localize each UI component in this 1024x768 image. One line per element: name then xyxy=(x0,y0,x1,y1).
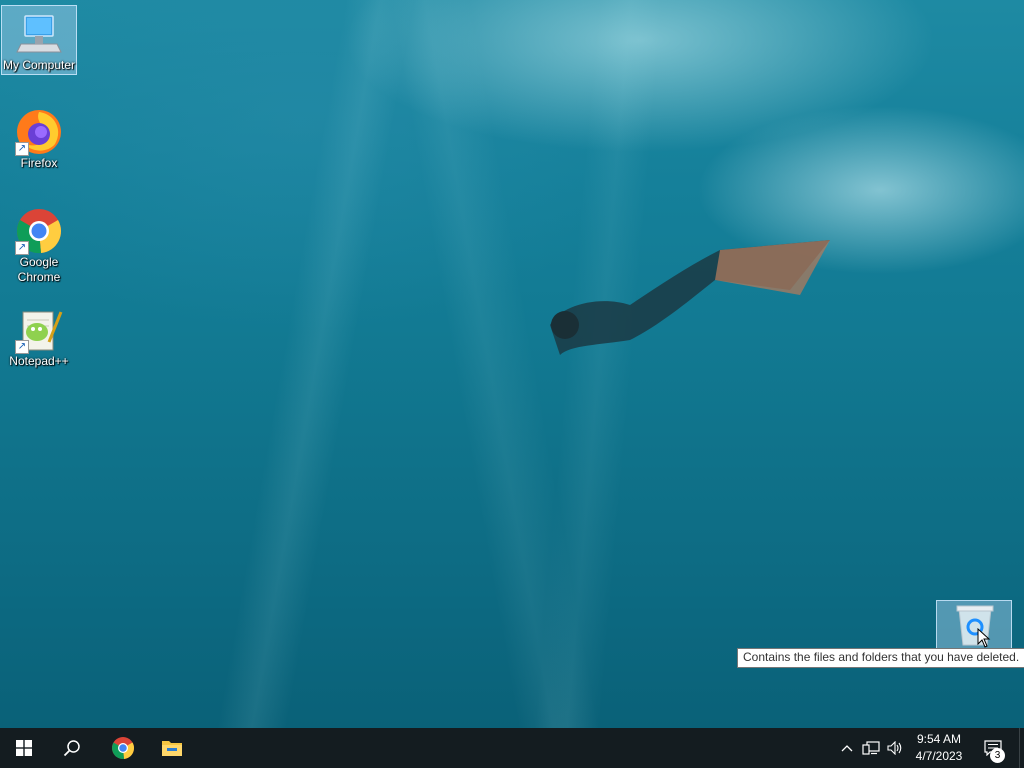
volume-button[interactable] xyxy=(884,728,906,768)
chrome-icon: ↗ xyxy=(15,207,63,255)
notepad-plus-plus-icon: ↗ xyxy=(15,306,63,354)
desktop-icon-label: Google Chrome xyxy=(17,255,61,284)
mouse-cursor-icon xyxy=(977,628,991,648)
desktop-icon-label: Firefox xyxy=(20,156,58,170)
desktop-icon-label: Notepad++ xyxy=(9,354,69,368)
desktop[interactable]: My Computer ↗ Firefox ↗ Google Chrome ↗ … xyxy=(0,0,1024,728)
desktop-icon-recycle-bin[interactable] xyxy=(936,600,1012,650)
shortcut-arrow-icon: ↗ xyxy=(15,340,29,354)
search-button[interactable] xyxy=(48,728,96,768)
desktop-icon-my-computer[interactable]: My Computer xyxy=(1,5,77,75)
recycle-bin-tooltip: Contains the files and folders that you … xyxy=(737,648,1024,668)
show-desktop-button[interactable] xyxy=(1019,728,1024,768)
chrome-icon xyxy=(111,737,135,760)
windows-start-icon xyxy=(16,740,32,756)
clock-date: 4/7/2023 xyxy=(915,749,963,763)
wallpaper-light-rays xyxy=(0,0,1024,728)
network-button[interactable] xyxy=(860,728,882,768)
firefox-icon: ↗ xyxy=(15,108,63,156)
taskbar-clock[interactable]: 9:54 AM 4/7/2023 xyxy=(908,731,970,765)
desktop-icon-firefox[interactable]: ↗ Firefox xyxy=(1,104,77,171)
shortcut-arrow-icon: ↗ xyxy=(15,241,29,255)
desktop-icon-google-chrome[interactable]: ↗ Google Chrome xyxy=(1,203,77,285)
shortcut-arrow-icon: ↗ xyxy=(15,142,29,156)
clock-time: 9:54 AM xyxy=(916,732,962,746)
desktop-icon-notepad-plus-plus[interactable]: ↗ Notepad++ xyxy=(1,302,77,369)
show-hidden-icons-button[interactable] xyxy=(838,728,856,768)
wallpaper-diver xyxy=(550,240,830,355)
search-icon xyxy=(63,740,80,757)
taskbar-chrome-button[interactable] xyxy=(99,728,147,768)
desktop-icon-label: My Computer xyxy=(2,58,76,72)
file-explorer-icon xyxy=(162,741,182,756)
taskbar-file-explorer-button[interactable] xyxy=(148,728,196,768)
notification-count-badge: 3 xyxy=(990,748,1005,763)
taskbar: 9:54 AM 4/7/2023 xyxy=(0,728,1024,768)
chevron-up-icon xyxy=(841,745,853,752)
computer-icon xyxy=(15,10,63,58)
network-icon xyxy=(862,741,880,755)
start-button[interactable] xyxy=(0,728,48,768)
volume-icon xyxy=(887,741,902,755)
